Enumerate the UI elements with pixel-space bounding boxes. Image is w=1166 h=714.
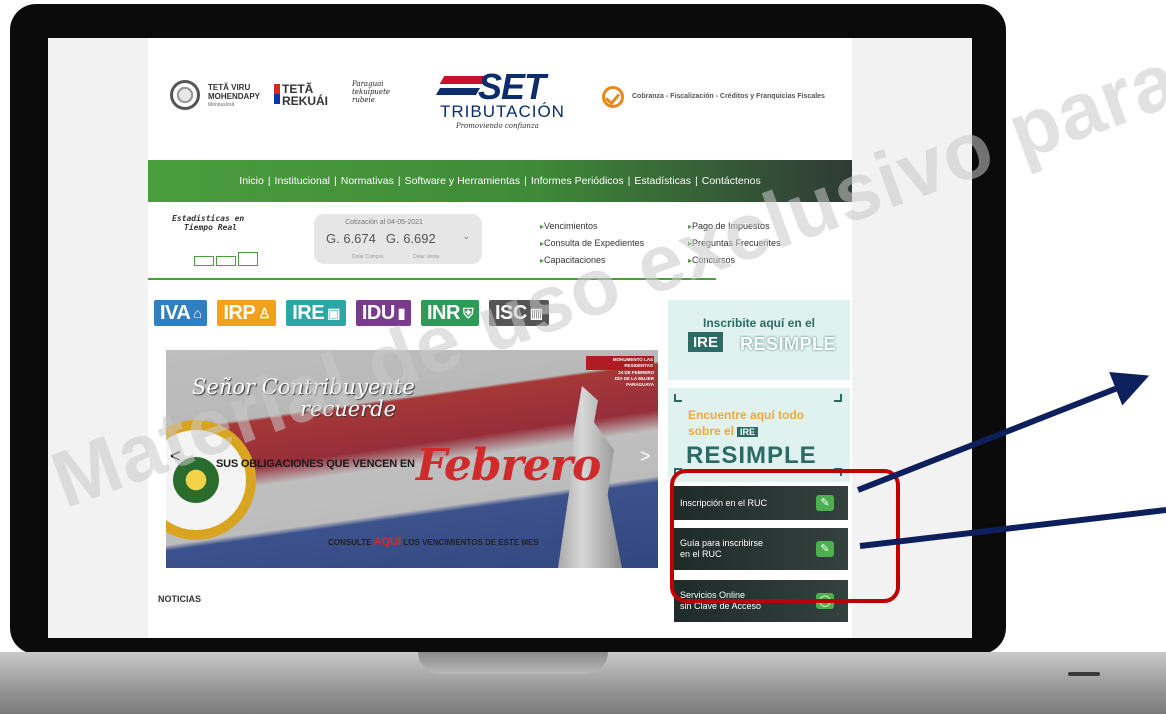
- slide: TETÃ VIRU MOHENDAPY Monouslorã TETÃ REKU…: [0, 0, 1166, 714]
- arrow-to-guia: [859, 507, 1166, 549]
- arrow-to-inscripcion: [856, 372, 1150, 493]
